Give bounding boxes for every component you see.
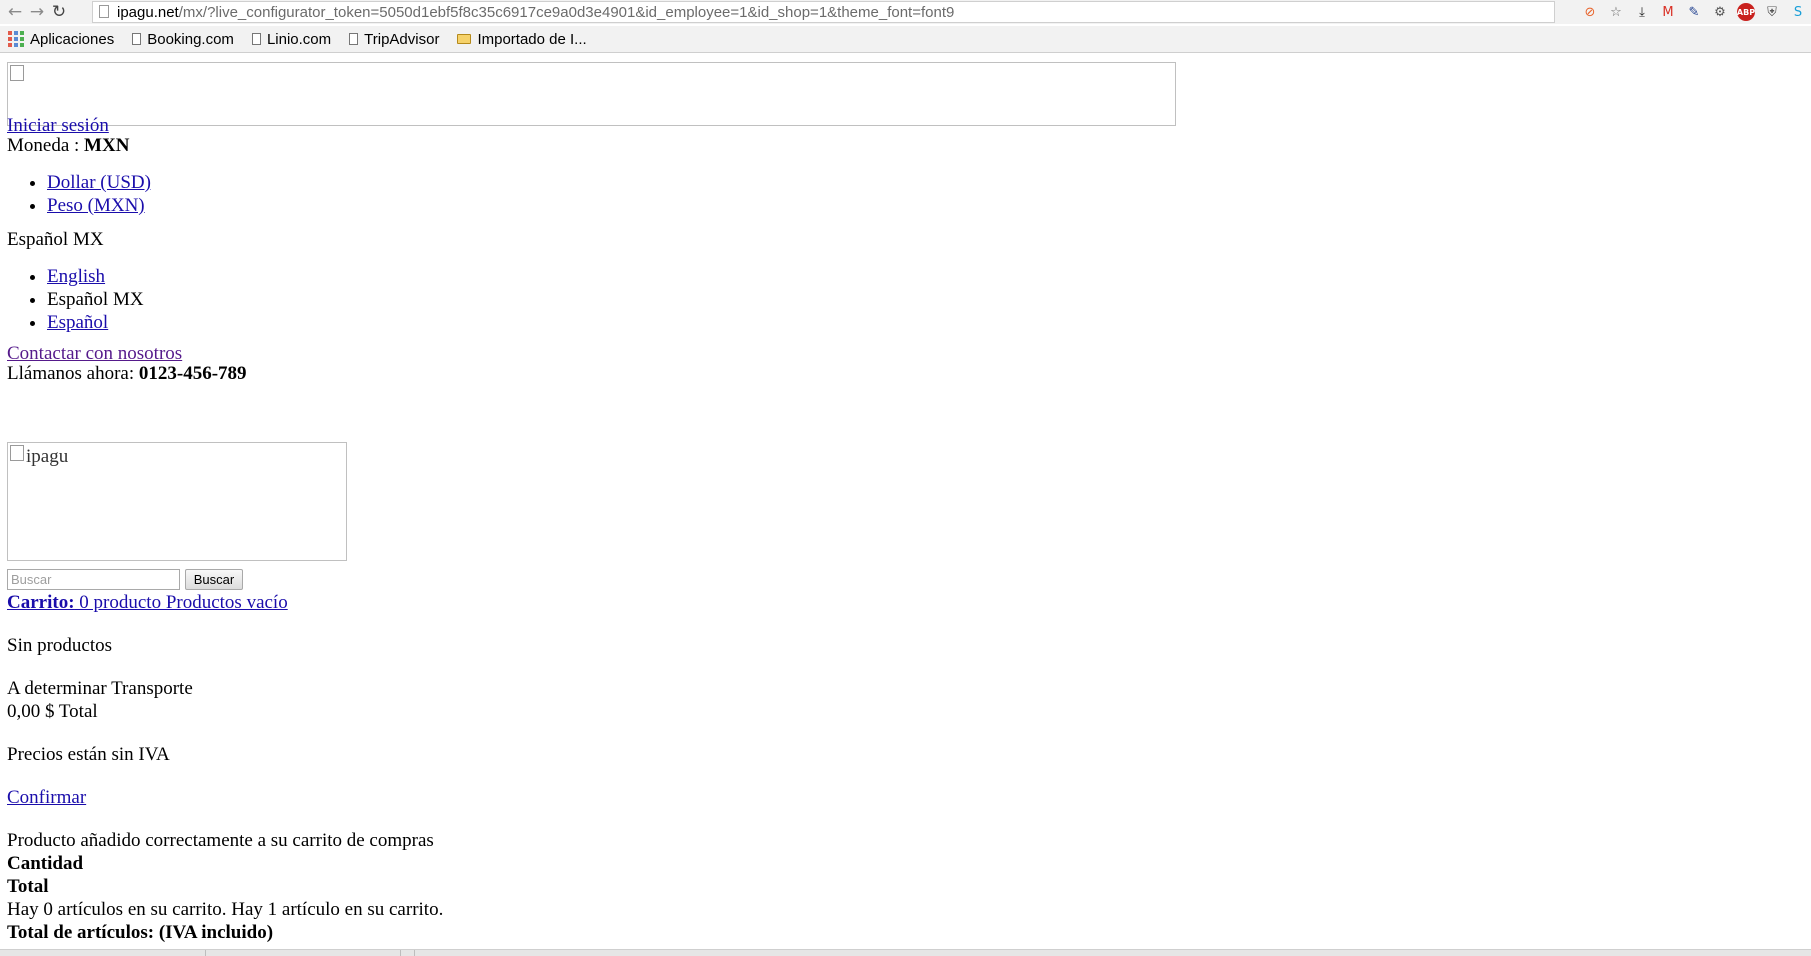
bookmark-item[interactable]: TripAdvisor bbox=[349, 31, 439, 48]
cart-total: 0,00 $ Total bbox=[7, 701, 98, 722]
list-item: Dollar (USD) bbox=[47, 171, 151, 194]
search-input[interactable] bbox=[7, 569, 180, 590]
gmail-icon[interactable]: M bbox=[1659, 3, 1677, 21]
apps-icon bbox=[8, 31, 24, 47]
scroll-segment bbox=[0, 950, 206, 956]
total-label: Total bbox=[7, 876, 49, 897]
address-bar[interactable]: ipagu.net/mx/?live_configurator_token=50… bbox=[92, 1, 1555, 23]
star-icon[interactable]: ☆ bbox=[1607, 3, 1625, 21]
bookmark-item[interactable]: Aplicaciones bbox=[8, 31, 114, 48]
extension-icons: ⊘ ☆ ⤓ M ✎ ⚙ ABP ⛨ S bbox=[1581, 0, 1811, 24]
shop-logo[interactable]: ipagu bbox=[7, 442, 347, 561]
currency-label: Moneda : bbox=[7, 135, 85, 156]
added-message: Producto añadido correctamente a su carr… bbox=[7, 830, 434, 851]
bookmark-label: Importado de I... bbox=[477, 30, 587, 48]
search-button[interactable]: Buscar bbox=[185, 569, 243, 590]
bookmark-item[interactable]: Linio.com bbox=[251, 30, 332, 48]
language-current-item: Español MX bbox=[47, 289, 144, 310]
tax-note: Precios están sin IVA bbox=[7, 744, 170, 765]
folder-icon bbox=[457, 34, 472, 44]
logo-alt-text: ipagu bbox=[26, 446, 69, 467]
bookmark-item[interactable]: Booking.com bbox=[132, 31, 234, 48]
language-english-link[interactable]: English bbox=[47, 266, 105, 287]
skype-icon[interactable]: S bbox=[1789, 3, 1807, 21]
url-host: ipagu.net bbox=[117, 3, 179, 21]
page-icon bbox=[349, 33, 359, 45]
list-item: Peso (MXN) bbox=[47, 194, 151, 217]
currency-mxn-link[interactable]: Peso (MXN) bbox=[47, 195, 145, 216]
list-item: Español MX bbox=[47, 288, 144, 311]
bookmark-label: Booking.com bbox=[147, 30, 234, 48]
cart-link[interactable]: Carrito: 0 producto Productos vacío bbox=[7, 591, 288, 614]
currency-value: MXN bbox=[84, 135, 130, 156]
scroll-segment bbox=[205, 950, 401, 956]
banner-image bbox=[7, 62, 1176, 126]
items-message: Hay 0 artículos en su carrito. Hay 1 art… bbox=[7, 899, 444, 920]
compass-icon[interactable]: ⊘ bbox=[1581, 3, 1599, 21]
bookmark-label: Linio.com bbox=[266, 30, 332, 48]
call-label: Llámanos ahora: bbox=[7, 363, 139, 384]
total-items-label: Total de artículos: (IVA incluido) bbox=[7, 922, 274, 943]
url-path: /mx/?live_configurator_token=5050d1ebf5f… bbox=[178, 3, 955, 21]
adblock-icon[interactable]: ABP bbox=[1737, 3, 1755, 21]
bookmark-item[interactable]: Importado de I... bbox=[457, 30, 587, 48]
forward-button[interactable]: → bbox=[26, 1, 48, 23]
cart-summary: 0 producto Productos vacío bbox=[74, 592, 288, 613]
pen-icon[interactable]: ✎ bbox=[1685, 3, 1703, 21]
page-icon bbox=[251, 33, 261, 45]
call-us: Llámanos ahora: 0123-456-789 bbox=[7, 362, 247, 385]
scroll-segment bbox=[400, 950, 415, 956]
bookmark-label: TripAdvisor bbox=[364, 30, 440, 48]
puzzle-icon[interactable]: ⚙ bbox=[1711, 3, 1729, 21]
phone-number: 0123-456-789 bbox=[138, 363, 247, 384]
bookmark-label: Aplicaciones bbox=[30, 30, 115, 48]
shield-icon[interactable]: ⛨ bbox=[1763, 3, 1781, 21]
page-icon bbox=[132, 33, 142, 45]
bookmarks-bar: Aplicaciones Booking.com Linio.com TripAdvi… bbox=[0, 26, 1811, 53]
language-selector[interactable]: Español MX bbox=[7, 228, 104, 251]
list-item: Español bbox=[47, 311, 144, 334]
broken-image-icon bbox=[10, 65, 24, 81]
confirm-link[interactable]: Confirmar bbox=[7, 786, 86, 809]
page-icon bbox=[99, 5, 109, 18]
download-icon[interactable]: ⤓ bbox=[1633, 3, 1651, 21]
language-espanol-link[interactable]: Español bbox=[47, 312, 108, 333]
currency-list: Dollar (USD) Peso (MXN) bbox=[7, 171, 151, 217]
cart-empty-text: Sin productos bbox=[7, 635, 113, 656]
language-list: English Español MX Español bbox=[7, 265, 144, 334]
cart-label: Carrito: bbox=[7, 592, 75, 613]
reload-button[interactable]: ↻ bbox=[48, 1, 70, 23]
cart-shipping: A determinar Transporte bbox=[7, 678, 193, 699]
quantity-label: Cantidad bbox=[7, 853, 84, 874]
currency-usd-link[interactable]: Dollar (USD) bbox=[47, 172, 151, 193]
currency-selector[interactable]: Moneda : MXN bbox=[7, 134, 129, 157]
back-button[interactable]: ← bbox=[4, 1, 26, 23]
broken-image-icon bbox=[10, 445, 24, 461]
list-item: English bbox=[47, 265, 144, 288]
